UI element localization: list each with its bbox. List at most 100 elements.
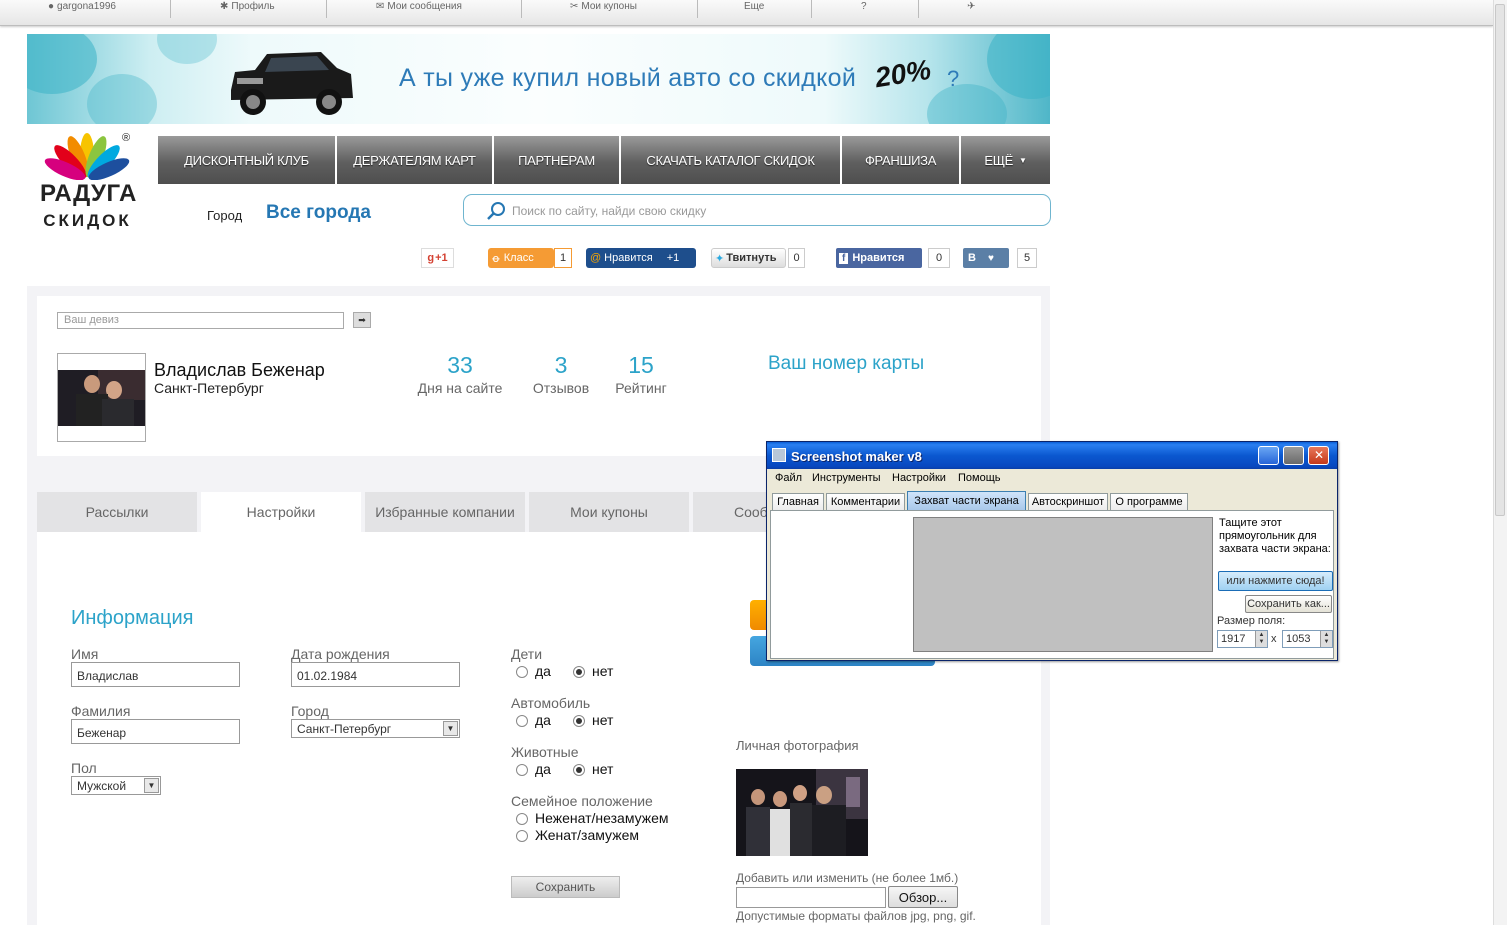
messages-link[interactable]: ✉ Мои сообщения: [376, 0, 462, 18]
size-label: Размер поля:: [1217, 615, 1286, 627]
pets-yes-radio[interactable]: [516, 764, 528, 776]
close-icon: ✕: [1314, 448, 1325, 462]
first-name-field[interactable]: Владислав: [71, 662, 240, 687]
screenshot-maker-window[interactable]: Screenshot maker v8 ✕ Файл Инструменты Н…: [766, 441, 1338, 661]
chevron-down-icon: ▼: [144, 778, 159, 793]
kids-no-radio[interactable]: [573, 666, 585, 678]
nav-franchise[interactable]: ФРАНШИЗА: [842, 136, 959, 184]
stepper-arrows-icon[interactable]: ▲ ▼: [1255, 631, 1267, 647]
tab-main[interactable]: Главная: [772, 493, 824, 510]
tab-about[interactable]: О программе: [1110, 493, 1188, 510]
tab-settings[interactable]: Настройки: [201, 492, 361, 532]
profile-link[interactable]: ✱ Профиль: [220, 0, 275, 18]
card-number-link[interactable]: Ваш номер карты: [768, 353, 924, 375]
twitter-bird-icon: ✦: [715, 252, 725, 265]
search-input[interactable]: Поиск по сайту, найди свою скидку: [512, 204, 706, 218]
stat-reviews-value: 3: [554, 352, 568, 378]
height-stepper[interactable]: 1053 ▲ ▼: [1282, 630, 1333, 648]
banner-percent: 20%: [872, 53, 934, 94]
nav-more[interactable]: ЕЩЁ ▼: [961, 136, 1050, 184]
tab-favorite-companies[interactable]: Избранные компании: [365, 492, 525, 532]
birthdate-label: Дата рождения: [291, 646, 390, 662]
browse-button[interactable]: Обзор...: [888, 886, 958, 908]
family-label: Семейное положение: [511, 793, 653, 809]
menu-tools[interactable]: Инструменты: [812, 472, 881, 484]
motto-submit-button[interactable]: ➡: [353, 312, 371, 328]
last-name-field[interactable]: Беженар: [71, 719, 240, 744]
car-yes-radio[interactable]: [516, 715, 528, 727]
tab-capture-region[interactable]: Захват части экрана: [907, 491, 1026, 510]
tab-mailings[interactable]: Рассылки: [37, 492, 197, 532]
stepper-arrows-icon[interactable]: ▲ ▼: [1320, 631, 1332, 647]
capture-rectangle[interactable]: [913, 517, 1213, 652]
maximize-button[interactable]: [1283, 446, 1304, 465]
user-link[interactable]: ● gargona1996: [48, 0, 116, 18]
promo-banner[interactable]: А ты уже купил новый авто со скидкой 20%…: [27, 34, 1050, 124]
more-link[interactable]: Еще: [744, 0, 764, 18]
capture-hint: Тащите этот прямоугольник для захвата ча…: [1219, 517, 1331, 555]
car-no-radio[interactable]: [573, 715, 585, 727]
photo-label: Личная фотография: [736, 738, 859, 753]
at-icon: @: [590, 252, 602, 264]
pets-no-radio[interactable]: [573, 764, 585, 776]
arrow-right-icon: ➡: [358, 314, 366, 325]
menu-help[interactable]: Помощь: [958, 472, 1001, 484]
personal-photo: [736, 769, 868, 856]
capture-click-button[interactable]: или нажмите сюда!: [1218, 571, 1333, 591]
kids-yes-label: да: [535, 663, 551, 679]
save-as-button[interactable]: Сохранить как...: [1245, 595, 1332, 613]
tab-autoscreenshot[interactable]: Автоскриншот: [1028, 493, 1108, 510]
runner-icon[interactable]: ✈: [967, 0, 975, 18]
nav-discount-club[interactable]: ДИСКОНТНЫЙ КЛУБ: [158, 136, 335, 184]
birthdate-field[interactable]: 01.02.1984: [291, 662, 460, 687]
save-button[interactable]: Сохранить: [511, 876, 620, 898]
twitter-button[interactable]: ✦ Твитнуть: [711, 248, 786, 268]
registered-mark: ®: [122, 132, 131, 144]
scrollbar-thumb[interactable]: [1495, 4, 1505, 516]
question-icon[interactable]: ?: [861, 0, 867, 18]
mailru-like-button[interactable]: @ Нравится +1: [586, 248, 696, 268]
window-titlebar[interactable]: Screenshot maker v8 ✕: [767, 442, 1337, 469]
close-button[interactable]: ✕: [1308, 446, 1329, 465]
pets-yes-label: да: [535, 761, 551, 777]
motto-input[interactable]: Ваш девиз: [57, 312, 344, 329]
car-no-label: нет: [592, 712, 614, 728]
ok-icon: ꝋ: [492, 252, 500, 265]
vk-like-button[interactable]: В ♥: [963, 248, 1009, 268]
search-icon: [487, 202, 505, 220]
avatar[interactable]: [57, 353, 146, 442]
kids-yes-radio[interactable]: [516, 666, 528, 678]
menu-settings[interactable]: Настройки: [892, 472, 946, 484]
nav-partners[interactable]: ПАРТНЕРАМ: [494, 136, 619, 184]
single-label: Неженат/незамужем: [535, 810, 669, 826]
gender-select[interactable]: Мужской ▼: [71, 776, 161, 795]
city-selector[interactable]: Все города: [266, 202, 371, 224]
site-logo[interactable]: ® РАДУГА СКИДОК: [40, 130, 137, 232]
nav-download-catalog[interactable]: СКАЧАТЬ КАТАЛОГ СКИДОК: [621, 136, 840, 184]
twitter-count: 0: [788, 248, 805, 268]
tab-comments[interactable]: Комментарии: [826, 493, 905, 510]
coupon-icon: ✂: [570, 0, 579, 12]
stat-rating-label: Рейтинг: [615, 380, 667, 396]
divider: [326, 0, 327, 18]
divider: [170, 0, 171, 18]
ok-class-button[interactable]: ꝋ Класс: [488, 248, 554, 268]
married-radio[interactable]: [516, 830, 528, 842]
menu-file[interactable]: Файл: [775, 472, 802, 484]
width-stepper[interactable]: 1917 ▲ ▼: [1217, 630, 1268, 648]
coupons-link[interactable]: ✂ Мои купоны: [570, 0, 637, 18]
facebook-icon: f: [839, 252, 849, 264]
facebook-like-button[interactable]: f Нравится: [836, 248, 922, 268]
minimize-button[interactable]: [1258, 446, 1279, 465]
user-icon: ●: [48, 0, 55, 12]
photo-file-input[interactable]: [736, 887, 886, 908]
vk-count: 5: [1017, 248, 1037, 268]
city-select[interactable]: Санкт-Петербург ▼: [291, 719, 460, 738]
tab-my-coupons[interactable]: Мои купоны: [529, 492, 689, 532]
site-search[interactable]: Поиск по сайту, найди свою скидку: [463, 194, 1051, 226]
banner-text: А ты уже купил новый авто со скидкой: [399, 64, 857, 92]
single-radio[interactable]: [516, 813, 528, 825]
nav-card-holders[interactable]: ДЕРЖАТЕЛЯМ КАРТ: [337, 136, 492, 184]
logo-line-1: РАДУГА: [40, 180, 137, 207]
gplus-button[interactable]: g +1: [421, 248, 454, 268]
